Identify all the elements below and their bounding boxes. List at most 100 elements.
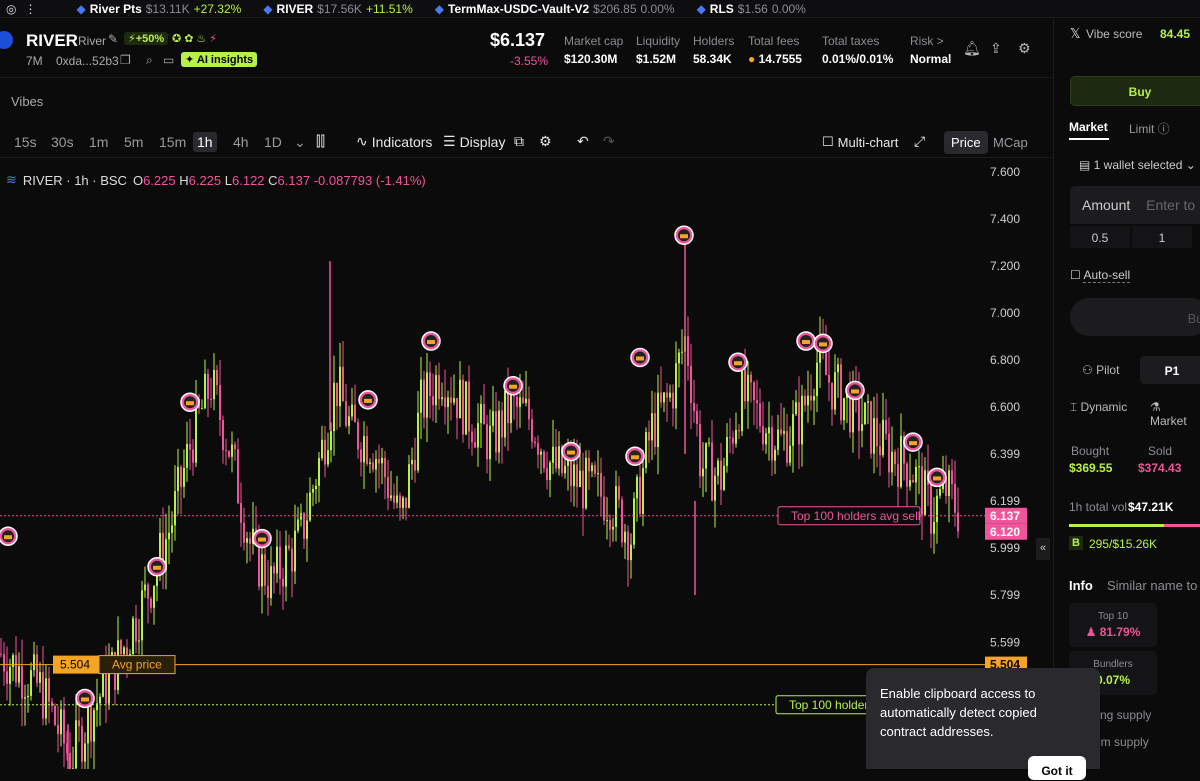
vibe-score-value: 84.45: [1160, 27, 1191, 41]
collapse-panel-button[interactable]: «: [1036, 538, 1050, 560]
copy-icon[interactable]: ❐: [120, 53, 131, 67]
candle-body: [741, 369, 743, 432]
trader-avatar-icon[interactable]: [358, 390, 378, 410]
trader-avatar-icon[interactable]: [147, 557, 167, 577]
preset-05[interactable]: 0.5: [1070, 226, 1130, 248]
p1-tab[interactable]: P1: [1140, 356, 1200, 384]
timeframe-5m[interactable]: 5m: [124, 134, 143, 150]
limit-tab[interactable]: Limit ⓘ: [1129, 120, 1170, 137]
trader-avatar-icon[interactable]: [813, 333, 833, 354]
trader-avatar-icon[interactable]: [625, 446, 645, 467]
candle-body: [645, 432, 647, 469]
buy-tab[interactable]: Buy: [1070, 76, 1200, 106]
timeframe-15m[interactable]: 15m: [159, 134, 186, 150]
timeframe-1m[interactable]: 1m: [89, 134, 108, 150]
ticker-item[interactable]: ◆ RIVER $17.56K +11.51%: [263, 2, 412, 16]
trader-avatar-icon[interactable]: [903, 432, 923, 452]
timeframe-15s[interactable]: 15s: [14, 134, 37, 150]
y-tick-label: 7.200: [990, 259, 1020, 273]
search-icon[interactable]: ⌕: [146, 53, 153, 68]
multichart-button[interactable]: ☐ Multi-chart: [822, 134, 898, 150]
section-vibes[interactable]: Vibes: [11, 94, 43, 109]
similar-tab[interactable]: Similar name to: [1107, 578, 1197, 593]
candle-body: [924, 470, 926, 515]
x-icon[interactable]: 𝕏: [1070, 26, 1080, 42]
stat-item[interactable]: Risk > Normal: [910, 34, 951, 66]
redo-icon[interactable]: ↷: [603, 133, 615, 150]
candle-body: [681, 351, 683, 353]
candle-body: [183, 467, 185, 487]
candle-body: [603, 496, 605, 521]
token-header: RIVER River ✎ ⚡+50% ✪✿♨⚡ 7M 0xda...52b3 …: [0, 18, 1053, 78]
candle-body: [135, 618, 137, 642]
trader-avatar-icon[interactable]: [0, 526, 18, 546]
target-icon[interactable]: ◎: [6, 2, 16, 16]
edit-icon[interactable]: ✎: [108, 32, 118, 46]
sold-value: $374.43: [1138, 461, 1182, 475]
ticker-item[interactable]: ◆ RLS $1.56 0.00%: [697, 2, 806, 16]
mcap-toggle[interactable]: MCap: [993, 135, 1028, 150]
fullscreen-icon[interactable]: ⤢: [914, 133, 925, 150]
trader-avatar-icon[interactable]: [728, 352, 748, 372]
price-toggle[interactable]: Price: [944, 131, 988, 154]
autosell-checkbox[interactable]: ☐ Auto-sell: [1070, 268, 1131, 283]
trader-avatar-icon[interactable]: [927, 467, 947, 488]
chart-settings-icon[interactable]: ⚙: [539, 133, 552, 150]
display-button[interactable]: ☰ Display: [443, 133, 505, 150]
candle-body: [867, 401, 869, 403]
trader-avatar-icon[interactable]: [252, 528, 272, 549]
pilot-tab[interactable]: ⚇ Pilot: [1082, 363, 1119, 377]
timeframe-30s[interactable]: 30s: [51, 134, 74, 150]
trader-avatar-icon[interactable]: [674, 225, 694, 245]
candle-body: [747, 374, 749, 402]
trader-avatar-icon[interactable]: [421, 331, 441, 351]
trader-avatar-icon[interactable]: [561, 441, 581, 462]
trader-avatar-icon[interactable]: [503, 375, 523, 396]
amount-input[interactable]: Amount Enter to: [1070, 186, 1200, 224]
timeframe-1D[interactable]: 1D: [264, 134, 282, 150]
got-it-button[interactable]: Got it: [1028, 756, 1086, 780]
candle-body: [228, 450, 230, 457]
candle-body: [900, 435, 902, 487]
candle-body: [798, 402, 800, 445]
candle-body: [423, 379, 425, 418]
settings-icon[interactable]: ⚙: [1018, 40, 1031, 57]
buy-submit-button[interactable]: Buy: [1070, 298, 1200, 336]
preset-1[interactable]: 1: [1132, 226, 1192, 248]
chevron-down-icon[interactable]: ⌄: [294, 134, 306, 151]
ticker-item[interactable]: ◆ TermMax-USDC-Vault-V2 $206.85 0.00%: [435, 2, 675, 16]
trader-avatar-icon[interactable]: [75, 688, 95, 709]
share-icon[interactable]: ⇪: [990, 40, 1002, 57]
ticker-item[interactable]: ◆ River Pts $13.11K +27.32%: [76, 2, 241, 16]
trader-avatar-icon[interactable]: [796, 331, 816, 351]
template-icon[interactable]: ⧉: [514, 133, 524, 150]
ai-insights-button[interactable]: ✦ AI insights: [181, 52, 258, 67]
trader-avatar-icon[interactable]: [180, 392, 200, 412]
alert-icon[interactable]: 🔔︎: [963, 40, 981, 57]
indicators-button[interactable]: ∿ Indicators: [356, 133, 432, 150]
candle-body: [450, 397, 452, 403]
card-icon[interactable]: ▭: [163, 53, 174, 67]
trader-avatar-icon[interactable]: [845, 380, 865, 401]
dynamic-option[interactable]: ⌶ Dynamic: [1070, 400, 1127, 415]
candle-body: [429, 372, 431, 397]
candle-body: [954, 484, 956, 513]
trader-avatar-icon[interactable]: [630, 347, 650, 368]
candle-type-button[interactable]: ⫿⫿: [316, 133, 325, 150]
market-tab[interactable]: Market: [1069, 120, 1108, 134]
candle-body: [507, 391, 509, 424]
candle-body: [411, 459, 413, 465]
timeframe-4h[interactable]: 4h: [233, 134, 249, 150]
candle-body: [654, 413, 656, 447]
candle-body: [612, 526, 614, 530]
market-option[interactable]: ⚗ Market: [1150, 400, 1200, 428]
timeframe-1h[interactable]: 1h: [193, 132, 217, 152]
token-address[interactable]: 0xda...52b3: [56, 54, 119, 68]
wallet-selector[interactable]: ▤ 1 wallet selected ⌄: [1079, 158, 1196, 172]
candle-body: [789, 445, 791, 463]
candle-body: [351, 404, 353, 417]
more-icon[interactable]: ⋮: [24, 2, 36, 16]
list-icon: ☰: [443, 133, 456, 149]
info-tab[interactable]: Info: [1069, 578, 1093, 593]
undo-icon[interactable]: ↶: [577, 133, 589, 150]
